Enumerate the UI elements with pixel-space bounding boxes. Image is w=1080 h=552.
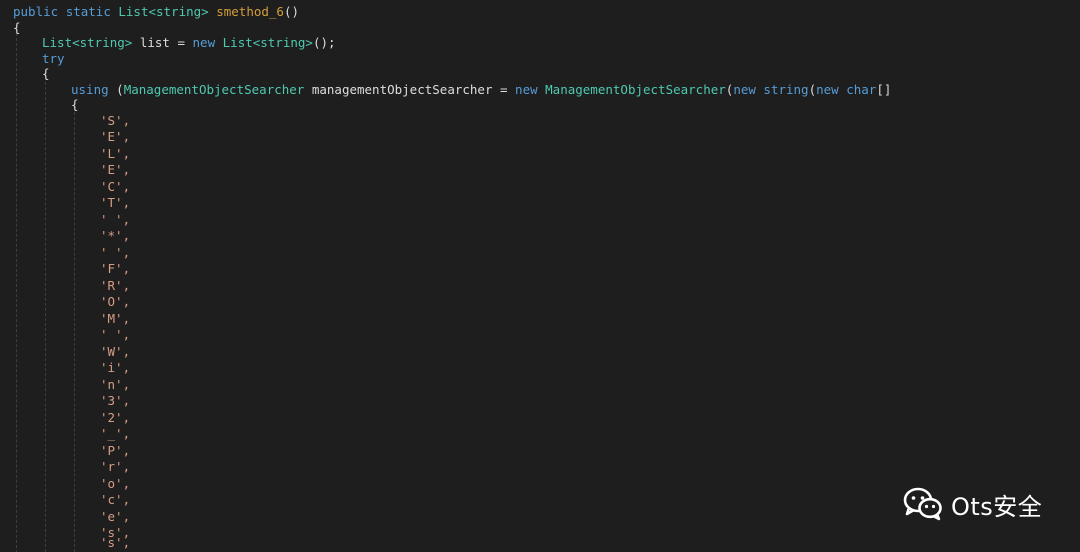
char-literal-line[interactable]: 'E', xyxy=(100,162,130,178)
code-line-open-brace[interactable]: { xyxy=(13,20,21,36)
char-literal-line[interactable]: 's', xyxy=(100,535,130,551)
char-literal-line[interactable]: ' ', xyxy=(100,212,130,228)
watermark-text: Ots安全 xyxy=(951,492,1043,521)
searcher-ctor-type: ManagementObjectSearcher xyxy=(545,82,726,97)
keyword-using: using xyxy=(71,82,109,97)
char-literal-line[interactable]: 'W', xyxy=(100,344,130,360)
keyword-char: char xyxy=(846,82,877,97)
searcher-type: ManagementObjectSearcher xyxy=(123,82,305,97)
indent-guide xyxy=(45,82,46,552)
char-literal-line[interactable]: 'T', xyxy=(100,195,130,211)
array-brackets: [] xyxy=(876,82,892,97)
char-literal-line[interactable]: '*', xyxy=(100,228,130,244)
char-literal-line[interactable]: 'F', xyxy=(100,261,130,277)
char-literal-line[interactable]: 'r', xyxy=(100,459,130,475)
char-literal-line[interactable]: 'E', xyxy=(100,129,130,145)
char-literal-line[interactable]: 'L', xyxy=(100,146,130,162)
code-line-signature[interactable]: public static List<string> smethod_6() xyxy=(13,4,299,20)
list-ctor-end: (); xyxy=(312,35,336,50)
char-literal-line[interactable]: 'M', xyxy=(100,311,130,327)
code-line-list-declaration[interactable]: List<string> list = new List<string>(); xyxy=(42,35,336,51)
keyword-new: new xyxy=(816,82,839,97)
wechat-icon xyxy=(903,487,942,521)
char-literal-line[interactable]: 'S', xyxy=(100,113,130,129)
return-type: List<string> xyxy=(118,4,209,19)
code-editor[interactable]: public static List<string> smethod_6() {… xyxy=(0,0,1080,552)
char-literal-line[interactable]: ' ', xyxy=(100,327,130,343)
string-paren: ( xyxy=(808,82,817,97)
char-literal-line[interactable]: 'i', xyxy=(100,360,130,376)
char-literal-line[interactable]: '2', xyxy=(100,410,130,426)
list-type-ctor: List<string> xyxy=(222,35,313,50)
char-literal-line[interactable]: 'C', xyxy=(100,179,130,195)
code-line-try[interactable]: try xyxy=(42,51,65,67)
code-line-using[interactable]: using (ManagementObjectSearcher manageme… xyxy=(71,82,891,98)
indent-guide xyxy=(74,112,75,552)
list-variable: list = xyxy=(132,35,193,50)
code-line-array-brace[interactable]: { xyxy=(71,97,79,113)
char-literal-line[interactable]: 'P', xyxy=(100,443,130,459)
char-literal-line[interactable]: 'O', xyxy=(100,294,130,310)
using-paren: ( xyxy=(108,82,124,97)
keyword-new: new xyxy=(515,82,538,97)
method-name: smethod_6 xyxy=(216,4,284,19)
char-literal-line[interactable]: 'c', xyxy=(100,492,130,508)
keyword-new: new xyxy=(192,35,216,50)
indent-guide xyxy=(16,33,17,552)
keyword-public: public xyxy=(13,4,59,19)
keyword-new: new xyxy=(733,82,756,97)
code-line-try-brace[interactable]: { xyxy=(42,66,50,82)
list-type: List<string> xyxy=(42,35,133,50)
char-literal-line[interactable]: 'e', xyxy=(100,509,130,525)
char-literal-line[interactable]: 'n', xyxy=(100,377,130,393)
method-parens: () xyxy=(283,4,300,19)
keyword-static: static xyxy=(65,4,111,19)
char-literal-line[interactable]: 'o', xyxy=(100,476,130,492)
char-literal-line[interactable]: 'R', xyxy=(100,278,130,294)
keyword-string: string xyxy=(763,82,809,97)
char-literal-line[interactable]: ' ', xyxy=(100,245,130,261)
char-literal-line[interactable]: '3', xyxy=(100,393,130,409)
watermark: Ots安全 xyxy=(903,487,1042,521)
char-literal-line[interactable]: '_', xyxy=(100,426,130,442)
searcher-variable: managementObjectSearcher = xyxy=(304,82,516,97)
